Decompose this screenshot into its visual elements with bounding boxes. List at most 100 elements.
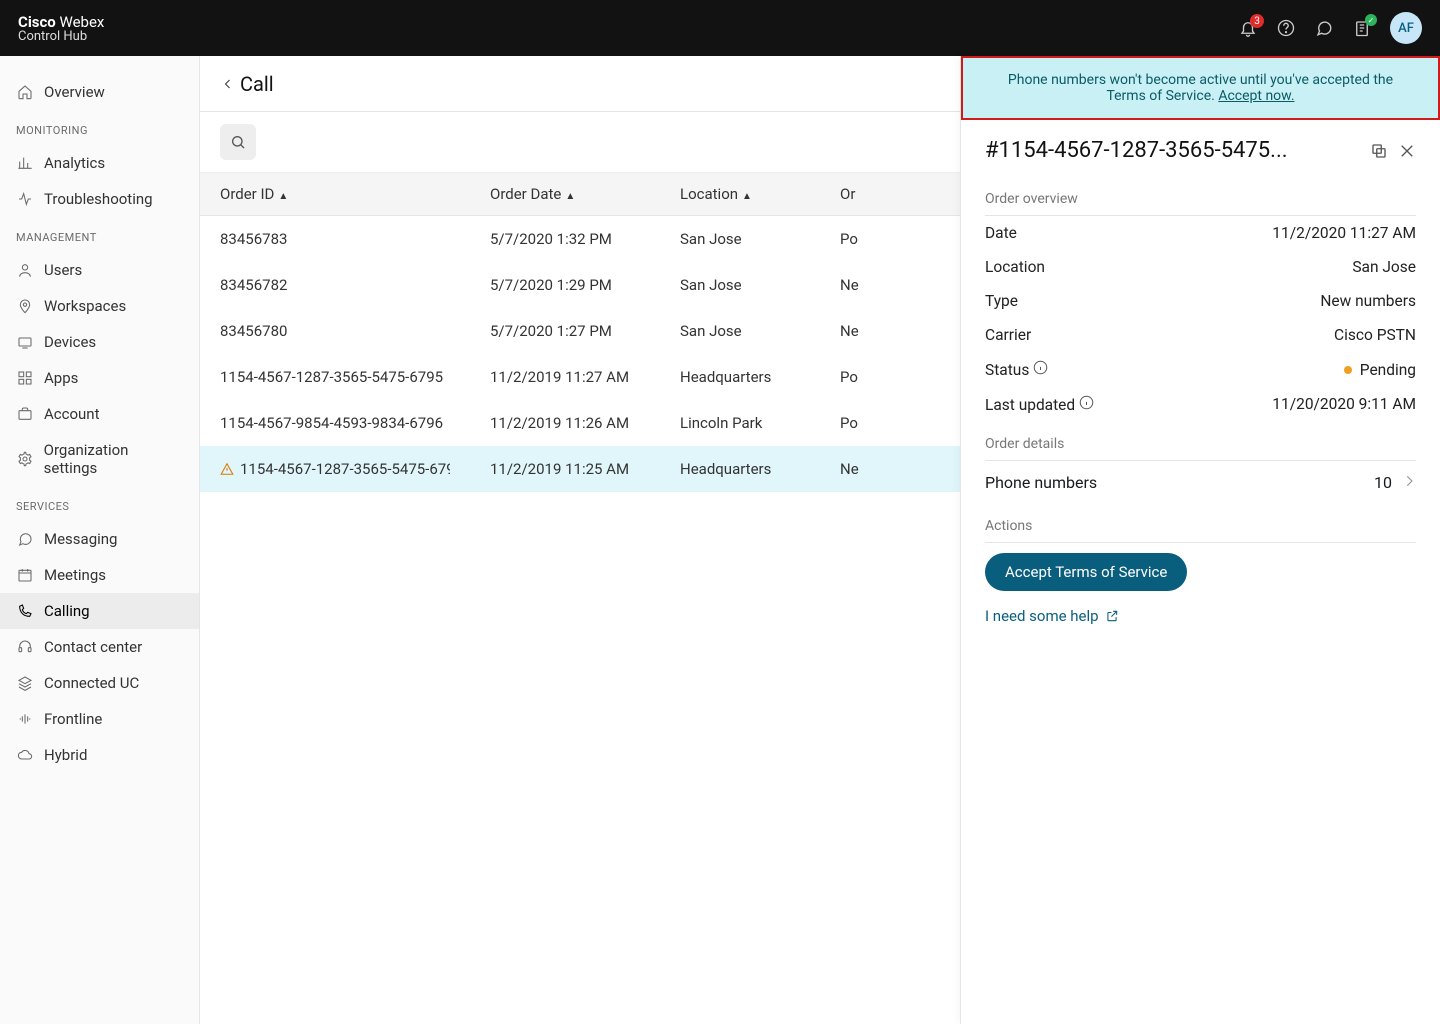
order-id: 1154-4567-1287-3565-5475-6790...	[240, 460, 450, 478]
search-button[interactable]	[220, 124, 256, 160]
cloud-icon	[16, 746, 34, 764]
sidebar-item-troubleshooting[interactable]: Troubleshooting	[0, 181, 199, 217]
sidebar-item-frontline[interactable]: Frontline	[0, 701, 199, 737]
order-id: 83456782	[220, 276, 287, 294]
accept-tos-button[interactable]: Accept Terms of Service	[985, 553, 1187, 591]
breadcrumb[interactable]: Call	[222, 72, 274, 96]
external-link-icon	[1105, 609, 1119, 623]
help-icon[interactable]	[1276, 18, 1296, 38]
phone-icon	[16, 602, 34, 620]
order-date: 11/2/2019 11:26 AM	[470, 400, 660, 446]
sidebar-item-apps[interactable]: Apps	[0, 360, 199, 396]
section-overview: Order overview	[985, 181, 1416, 216]
col-order-id[interactable]: Order ID▲	[200, 173, 470, 216]
sidebar-item-label: Messaging	[44, 530, 117, 548]
bar-chart-icon	[16, 154, 34, 172]
device-icon	[16, 333, 34, 351]
detail-panel: Phone numbers won't become active until …	[960, 56, 1440, 1024]
headset-icon	[16, 638, 34, 656]
info-icon[interactable]	[1033, 360, 1048, 375]
sidebar-item-label: Analytics	[44, 154, 105, 172]
order-title: #1154-4567-1287-3565-5475...	[985, 138, 1360, 163]
order-location: San Jose	[660, 262, 820, 308]
sidebar-section-services: SERVICES	[0, 486, 199, 521]
activity-icon	[16, 190, 34, 208]
sidebar-item-workspaces[interactable]: Workspaces	[0, 288, 199, 324]
info-icon[interactable]	[1079, 395, 1094, 410]
sidebar-item-label: Calling	[44, 602, 90, 620]
order-date: 5/7/2020 1:32 PM	[470, 216, 660, 263]
order-location: Lincoln Park	[660, 400, 820, 446]
brand: Cisco Webex Control Hub	[18, 13, 104, 44]
order-location: Headquarters	[660, 354, 820, 400]
sidebar-item-label: Users	[44, 261, 82, 279]
notification-badge: 3	[1250, 14, 1264, 28]
status-dot-icon	[1344, 366, 1352, 374]
section-details: Order details	[985, 426, 1416, 461]
check-badge-icon	[1365, 14, 1377, 26]
avatar[interactable]: AF	[1390, 12, 1422, 44]
home-icon	[16, 83, 34, 101]
gear-icon	[16, 450, 34, 468]
page-title: Call	[240, 72, 274, 96]
accept-now-link[interactable]: Accept now.	[1218, 88, 1294, 104]
sidebar-item-label: Devices	[44, 333, 96, 351]
sidebar-item-account[interactable]: Account	[0, 396, 199, 432]
col-order-date[interactable]: Order Date▲	[470, 173, 660, 216]
sidebar-item-label: Organization settings	[44, 441, 183, 477]
briefcase-icon	[16, 405, 34, 423]
grid-icon	[16, 369, 34, 387]
close-icon[interactable]	[1398, 142, 1416, 160]
sidebar-item-hybrid[interactable]: Hybrid	[0, 737, 199, 773]
sidebar: Overview MONITORING Analytics Troublesho…	[0, 56, 200, 1024]
chevron-left-icon	[222, 75, 234, 93]
sidebar-section-management: MANAGEMENT	[0, 217, 199, 252]
chevron-right-icon	[1402, 473, 1416, 492]
sidebar-item-label: Hybrid	[44, 746, 87, 764]
chat-icon[interactable]	[1314, 18, 1334, 38]
bell-icon[interactable]: 3	[1238, 18, 1258, 38]
col-location[interactable]: Location▲	[660, 173, 820, 216]
sidebar-item-messaging[interactable]: Messaging	[0, 521, 199, 557]
order-date: 11/2/2019 11:25 AM	[470, 446, 660, 492]
sidebar-item-devices[interactable]: Devices	[0, 324, 199, 360]
user-icon	[16, 261, 34, 279]
sidebar-item-overview[interactable]: Overview	[0, 74, 199, 110]
sidebar-item-label: Troubleshooting	[44, 190, 153, 208]
order-date: 11/2/2019 11:27 AM	[470, 354, 660, 400]
search-icon	[230, 134, 246, 150]
sidebar-item-contact-center[interactable]: Contact center	[0, 629, 199, 665]
tos-notice: Phone numbers won't become active until …	[961, 56, 1440, 120]
calendar-icon	[16, 566, 34, 584]
sidebar-section-monitoring: MONITORING	[0, 110, 199, 145]
sort-asc-icon: ▲	[278, 191, 288, 202]
copy-icon[interactable]	[1370, 142, 1388, 160]
order-id: 1154-4567-1287-3565-5475-6795	[220, 368, 443, 386]
sort-asc-icon: ▲	[565, 191, 575, 202]
warning-icon	[220, 462, 234, 476]
sidebar-item-label: Contact center	[44, 638, 142, 656]
sidebar-item-analytics[interactable]: Analytics	[0, 145, 199, 181]
section-actions: Actions	[985, 508, 1416, 543]
sidebar-item-label: Workspaces	[44, 297, 126, 315]
sidebar-item-label: Apps	[44, 369, 78, 387]
order-location: Headquarters	[660, 446, 820, 492]
sidebar-item-connected-uc[interactable]: Connected UC	[0, 665, 199, 701]
order-location: San Jose	[660, 308, 820, 354]
sidebar-item-calling[interactable]: Calling	[0, 593, 199, 629]
order-id: 83456780	[220, 322, 287, 340]
phone-numbers-row[interactable]: Phone numbers 10	[985, 461, 1416, 504]
sidebar-item-meetings[interactable]: Meetings	[0, 557, 199, 593]
message-icon	[16, 530, 34, 548]
order-id: 1154-4567-9854-4593-9834-6796	[220, 414, 443, 432]
order-id: 83456783	[220, 230, 287, 248]
tasks-icon[interactable]	[1352, 18, 1372, 38]
help-link[interactable]: I need some help	[985, 607, 1416, 625]
topbar: Cisco Webex Control Hub 3 AF	[0, 0, 1440, 56]
sidebar-item-label: Connected UC	[44, 674, 139, 692]
sidebar-item-label: Frontline	[44, 710, 102, 728]
sidebar-item-label: Account	[44, 405, 100, 423]
sidebar-item-users[interactable]: Users	[0, 252, 199, 288]
order-date: 5/7/2020 1:27 PM	[470, 308, 660, 354]
sidebar-item-org-settings[interactable]: Organization settings	[0, 432, 199, 486]
